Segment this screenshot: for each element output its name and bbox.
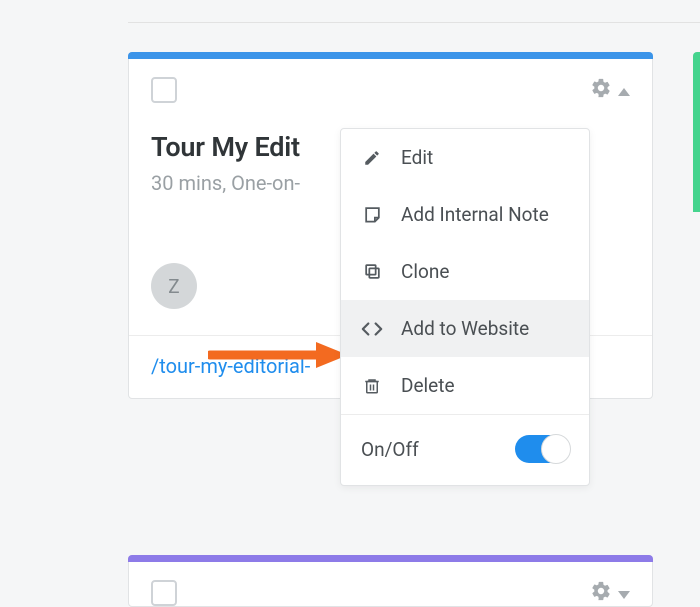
note-icon xyxy=(361,204,383,226)
menu-item-add-to-website[interactable]: Add to Website xyxy=(341,300,589,357)
menu-item-add-note[interactable]: Add Internal Note xyxy=(341,186,589,243)
toggle-knob xyxy=(541,434,571,464)
gear-icon xyxy=(590,580,612,606)
card-header xyxy=(129,562,652,606)
code-icon xyxy=(361,318,383,340)
card-settings-button[interactable] xyxy=(590,580,630,606)
event-link[interactable]: /tour-my-editorial- xyxy=(151,354,310,378)
top-divider xyxy=(128,22,700,23)
toggle-row: On/Off xyxy=(341,415,589,485)
card-accent-bar xyxy=(128,555,653,562)
menu-item-label: Edit xyxy=(401,146,433,169)
menu-item-edit[interactable]: Edit xyxy=(341,129,589,186)
owner-avatar: Z xyxy=(151,263,197,309)
select-card-checkbox[interactable] xyxy=(151,77,177,103)
toggle-label: On/Off xyxy=(361,438,419,461)
clone-icon xyxy=(361,261,383,283)
menu-item-clone[interactable]: Clone xyxy=(341,243,589,300)
menu-item-label: Add Internal Note xyxy=(401,203,549,226)
card-accent-bar xyxy=(128,52,653,59)
trash-icon xyxy=(361,375,383,397)
card-settings-button[interactable] xyxy=(590,77,630,103)
onoff-toggle[interactable] xyxy=(515,435,569,463)
caret-down-icon xyxy=(618,584,630,603)
caret-up-icon xyxy=(618,81,630,100)
select-card-checkbox[interactable] xyxy=(151,580,177,606)
event-card-next xyxy=(128,555,653,607)
menu-item-delete[interactable]: Delete xyxy=(341,357,589,414)
card-header xyxy=(129,59,652,103)
gear-icon xyxy=(590,77,612,103)
pencil-icon xyxy=(361,147,383,169)
menu-item-label: Delete xyxy=(401,374,455,397)
menu-item-label: Add to Website xyxy=(401,317,529,340)
adjacent-card-accent xyxy=(693,52,700,212)
settings-dropdown: Edit Add Internal Note Clone Add to Webs… xyxy=(340,128,590,486)
menu-item-label: Clone xyxy=(401,260,449,283)
